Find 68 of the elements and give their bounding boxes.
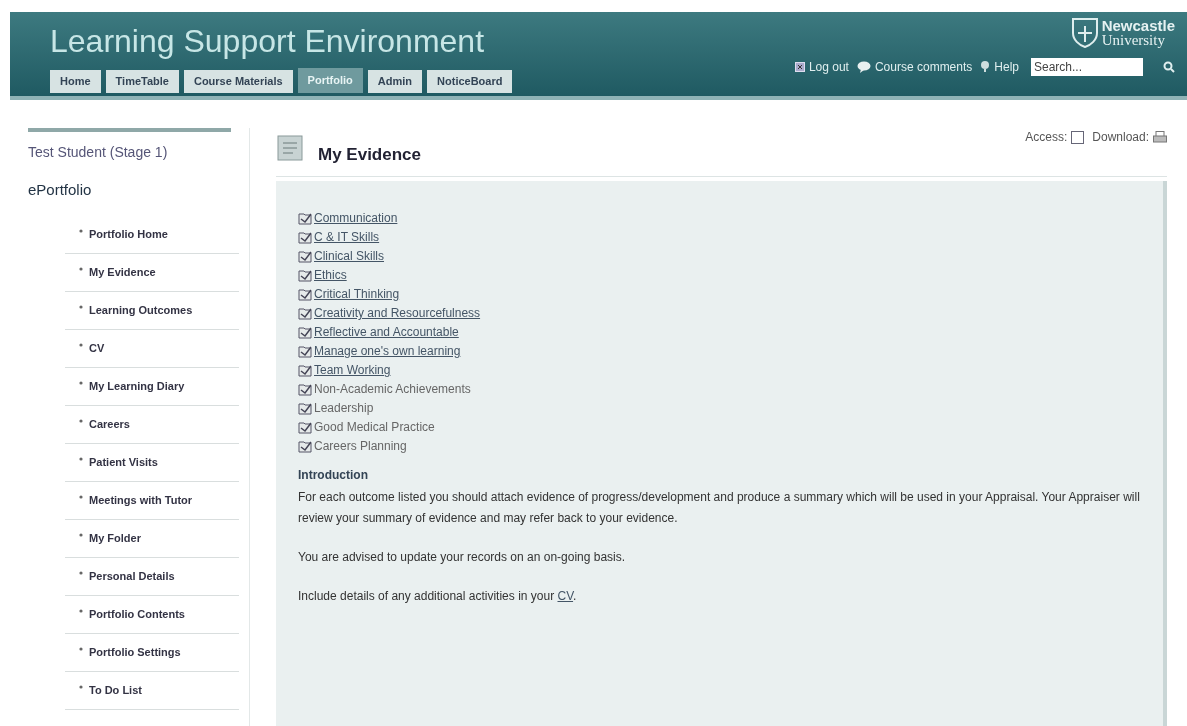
intro-paragraph: You are advised to update your records on an on-going basis.	[298, 548, 627, 566]
checkbox-icon[interactable]	[1071, 130, 1085, 144]
sidebar-link[interactable]: My Evidence	[89, 263, 156, 281]
shield-logo-icon	[1071, 18, 1098, 48]
evidence-link[interactable]: Communication	[314, 209, 398, 227]
bullet-icon	[79, 571, 83, 575]
site-title: Learning Support Environment	[50, 22, 486, 60]
evidence-item: Leadership	[314, 400, 374, 417]
nav-tab[interactable]: Admin	[367, 70, 423, 93]
search-field[interactable]: Search...	[1031, 58, 1143, 76]
header-link[interactable]: Course comments	[874, 58, 973, 76]
sidebar-link[interactable]: Portfolio Contents	[89, 605, 185, 623]
sidebar-link[interactable]: My Learning Diary	[89, 377, 185, 395]
bullet-icon	[79, 229, 83, 233]
evidence-link[interactable]: Team Working	[314, 361, 391, 379]
evidence-link[interactable]: C & IT Skills	[314, 228, 380, 246]
evidence-link[interactable]: Critical Thinking	[314, 285, 400, 303]
bullet-icon	[79, 381, 83, 385]
section-heading: Introduction	[298, 466, 369, 484]
evidence-item: Good Medical Practice	[314, 419, 435, 436]
bullet-icon	[79, 495, 83, 499]
header-link[interactable]: Log out	[808, 58, 849, 76]
intro-paragraph: For each outcome listed you should attach evidence of progress/development and produce a summary which will be used in your Appraisal. Your Appraiser will review your summary of evidence and may refer back to your evidence.	[298, 488, 1141, 527]
cv-link[interactable]: CV	[557, 588, 574, 603]
nav-tab[interactable]: NoticeBoard	[427, 70, 513, 93]
logo-text: University	[1101, 33, 1166, 47]
sidebar-link[interactable]: Portfolio Settings	[89, 643, 181, 661]
bullet-icon	[79, 609, 83, 613]
nav-tab[interactable]: Home	[50, 70, 101, 93]
evidence-link[interactable]: Ethics	[314, 266, 347, 284]
intro-paragraph: Include details of any additional activities in your CV.	[298, 587, 578, 605]
evidence-item: Non-Academic Achievements	[314, 381, 471, 398]
bullet-icon	[79, 419, 83, 423]
header-link[interactable]: Help	[994, 58, 1019, 76]
bullet-icon	[79, 457, 83, 461]
printer-icon[interactable]	[1153, 130, 1167, 144]
student-name: Test Student (Stage 1)	[27, 143, 169, 162]
sidebar-link[interactable]: Portfolio Home	[89, 225, 168, 243]
close-icon	[794, 62, 805, 72]
sidebar-link[interactable]: Careers	[89, 415, 130, 433]
page-title: My Evidence	[318, 144, 421, 166]
search-icon[interactable]	[1163, 61, 1175, 73]
nav-tab[interactable]: Course Materials	[183, 70, 293, 93]
action-label: Download:	[1092, 129, 1149, 146]
bullet-icon	[79, 343, 83, 347]
speech-bubble-icon	[856, 61, 871, 73]
sidebar-link[interactable]: Personal Details	[89, 567, 175, 585]
sidebar-link[interactable]: Meetings with Tutor	[89, 491, 193, 509]
evidence-link[interactable]: Reflective and Accountable	[314, 323, 459, 341]
sidebar-link[interactable]: Patient Visits	[89, 453, 158, 471]
action-label: Access:	[1025, 129, 1068, 146]
bullet-icon	[79, 305, 83, 309]
sidebar-link[interactable]: Learning Outcomes	[89, 301, 193, 319]
nav-tab[interactable]: TimeTable	[105, 70, 179, 93]
logo-text: Newcastle	[1101, 19, 1175, 33]
section-heading: ePortfolio	[27, 180, 93, 200]
evidence-link[interactable]: Manage one's own learning	[314, 342, 461, 360]
document-icon	[276, 133, 304, 162]
bullet-icon	[79, 685, 83, 689]
sidebar-link[interactable]: CV	[89, 339, 105, 357]
bullet-icon	[79, 647, 83, 651]
evidence-link[interactable]: Clinical Skills	[314, 247, 384, 265]
evidence-item: Careers Planning	[314, 438, 407, 455]
sidebar-link[interactable]: My Folder	[89, 529, 141, 547]
sidebar-link[interactable]: To Do List	[89, 681, 142, 699]
bullet-icon	[79, 267, 83, 271]
bullet-icon	[79, 533, 83, 537]
evidence-link[interactable]: Creativity and Resourcefulness	[314, 304, 481, 322]
